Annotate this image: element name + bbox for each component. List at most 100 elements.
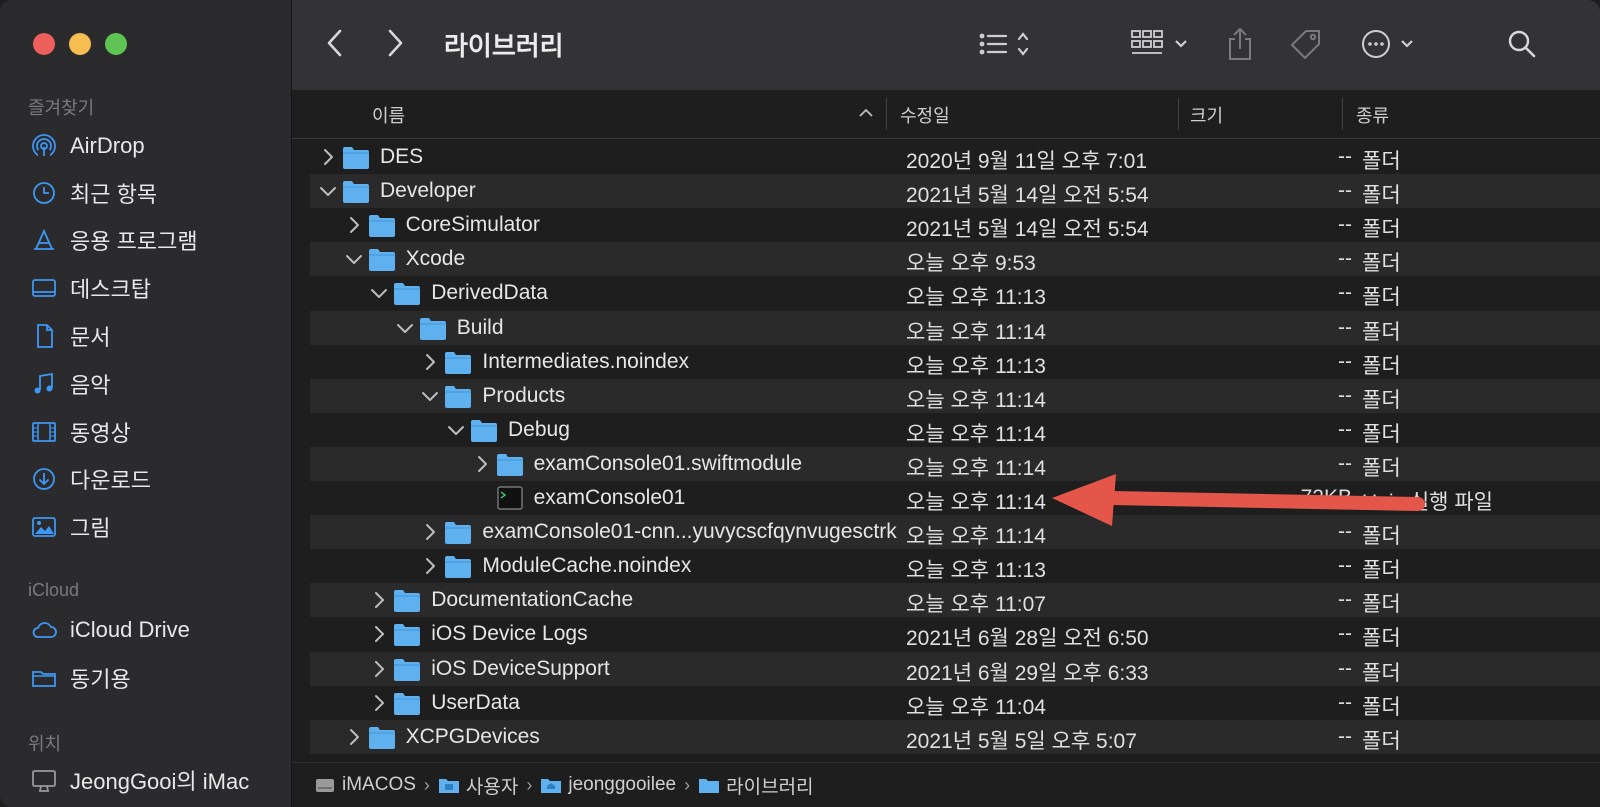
file-date: 오늘 오후 9:53 <box>906 252 1036 276</box>
file-size: -- <box>1338 656 1352 680</box>
path-item[interactable]: 라이브러리 <box>698 772 814 799</box>
file-row[interactable]: ModuleCache.noindex 오늘 오후 11:13 -- 폴더 <box>310 549 1600 583</box>
minimize-button[interactable] <box>69 33 91 55</box>
sidebar-item-label: iCloud Drive <box>70 617 190 642</box>
chevron-down-icon[interactable] <box>318 181 338 201</box>
sidebar-item-pictures[interactable]: 그림 <box>30 509 110 545</box>
file-row[interactable]: DerivedData 오늘 오후 11:13 -- 폴더 <box>310 276 1600 310</box>
path-item[interactable]: jeonggooilee <box>540 774 676 796</box>
sidebar-item-documents[interactable]: 문서 <box>30 318 110 354</box>
main-pane: 라이브러리 이름 수정일 크기 종류 DES 2020년 9월 11일 오후 7… <box>292 0 1600 807</box>
file-date: 오늘 오후 11:14 <box>906 320 1046 344</box>
file-row[interactable]: examConsole01-cnn...yuvycscfqynvugesctrk… <box>310 515 1600 550</box>
file-row[interactable]: DocumentationCache 오늘 오후 11:07 -- 폴더 <box>310 583 1600 618</box>
file-row[interactable]: Products 오늘 오후 11:14 -- 폴더 <box>310 378 1600 413</box>
cloud-icon <box>32 622 57 638</box>
sidebar-item-label: 음악 <box>70 373 111 398</box>
chevron-right-icon[interactable] <box>420 556 440 576</box>
column-size[interactable]: 크기 <box>1190 102 1223 128</box>
file-row[interactable]: XCPGDevices 2021년 5월 5일 오후 5:07 -- 폴더 <box>310 719 1600 754</box>
column-name[interactable]: 이름 <box>372 102 405 128</box>
path-separator: › <box>684 774 691 795</box>
sidebar-section-icloud: iCloud <box>28 580 80 600</box>
chevron-right-icon[interactable] <box>420 352 440 372</box>
chevron-down-icon[interactable] <box>446 420 466 440</box>
download-icon <box>33 468 55 490</box>
chevron-right-icon[interactable] <box>369 624 389 644</box>
share-icon <box>1229 27 1251 60</box>
sidebar-item-downloads[interactable]: 다운로드 <box>30 461 151 497</box>
chevron-down-icon[interactable] <box>395 318 415 338</box>
file-row[interactable]: iOS DeviceSupport 2021년 6월 29일 오후 6:33 -- 폴… <box>310 651 1600 686</box>
tag-icon <box>1290 30 1320 60</box>
close-button[interactable] <box>33 33 55 55</box>
home-folder-icon <box>541 779 562 793</box>
file-row[interactable]: Developer 2021년 5월 14일 오전 5:54 -- 폴더 <box>310 174 1600 209</box>
group-by-button[interactable] <box>1128 26 1194 62</box>
folder-icon <box>445 351 472 374</box>
chevron-down-icon[interactable] <box>420 386 440 406</box>
path-item[interactable]: iMACOS <box>314 774 416 796</box>
path-separator: › <box>423 774 430 795</box>
file-row[interactable]: CoreSimulator 2021년 5월 14일 오전 5:54 -- 폴더 <box>310 208 1600 242</box>
view-mode-button[interactable] <box>972 26 1042 62</box>
file-date: 오늘 오후 11:13 <box>906 354 1046 378</box>
sidebar-item-movies[interactable]: 동영상 <box>30 414 131 450</box>
chevron-right-icon[interactable] <box>369 693 389 713</box>
sidebar-item-applications[interactable]: 응용 프로그램 <box>30 222 198 258</box>
share-button[interactable] <box>1222 24 1258 64</box>
column-modified[interactable]: 수정일 <box>900 102 950 128</box>
chevron-right-icon[interactable] <box>344 215 364 235</box>
sidebar-item-sync[interactable]: 동기용 <box>30 660 131 696</box>
tag-button[interactable] <box>1286 26 1326 64</box>
chevron-right-icon <box>388 29 403 57</box>
file-kind: 폴더 <box>1362 286 1401 310</box>
path-separator: › <box>526 774 533 795</box>
column-kind[interactable]: 종류 <box>1356 102 1389 128</box>
disk-icon <box>316 779 334 792</box>
column-divider[interactable] <box>886 98 887 130</box>
document-icon <box>37 324 53 348</box>
chevron-right-icon[interactable] <box>472 454 492 474</box>
sidebar-item-icloud-drive[interactable]: iCloud Drive <box>30 612 190 648</box>
file-row[interactable]: DES 2020년 9월 11일 오후 7:01 -- 폴더 <box>310 140 1600 174</box>
chevron-right-icon[interactable] <box>344 727 364 747</box>
file-kind: 폴더 <box>1362 354 1401 378</box>
file-name: Xcode <box>405 247 466 271</box>
file-kind: 폴더 <box>1362 525 1401 549</box>
file-row[interactable]: examConsole01 오늘 오후 11:14 72KB Unix 실행 파일 <box>310 481 1600 515</box>
column-divider[interactable] <box>1342 98 1343 130</box>
file-row[interactable]: Xcode 오늘 오후 9:53 -- 폴더 <box>310 242 1600 277</box>
file-row[interactable]: Intermediates.noindex 오늘 오후 11:13 -- 폴더 <box>310 345 1600 379</box>
file-row[interactable]: iOS Device Logs 2021년 6월 28일 오전 6:50 -- 폴더 <box>310 617 1600 651</box>
sidebar-item-label: AirDrop <box>70 133 145 158</box>
file-date: 2021년 5월 5일 오후 5:07 <box>906 729 1137 753</box>
sidebar-item-recents[interactable]: 최근 항목 <box>30 175 157 211</box>
sidebar-item-desktop[interactable]: 데스크탑 <box>30 270 151 306</box>
search-button[interactable] <box>1504 26 1540 62</box>
file-row[interactable]: UserData 오늘 오후 11:04 -- 폴더 <box>310 686 1600 720</box>
file-date: 오늘 오후 11:14 <box>906 456 1046 480</box>
column-divider[interactable] <box>1178 98 1179 130</box>
path-item[interactable]: 사용자 <box>438 772 518 799</box>
folder-icon <box>496 453 523 476</box>
chevron-down-icon[interactable] <box>369 283 389 303</box>
chevron-down-icon[interactable] <box>344 249 364 269</box>
forward-button[interactable] <box>380 26 410 60</box>
file-name: UserData <box>431 690 520 714</box>
chevron-right-icon[interactable] <box>369 659 389 679</box>
sidebar-item-imac[interactable]: JeongGooi의 iMac <box>30 762 249 798</box>
file-row[interactable]: Build 오늘 오후 11:14 -- 폴더 <box>310 310 1600 345</box>
file-row[interactable]: examConsole01.swiftmodule 오늘 오후 11:14 -- 폴더 <box>310 446 1600 481</box>
chevron-right-icon[interactable] <box>369 590 389 610</box>
chevron-right-icon[interactable] <box>420 522 440 542</box>
sidebar-item-airdrop[interactable]: AirDrop <box>30 128 145 164</box>
file-name: examConsole01.swiftmodule <box>533 451 803 475</box>
sidebar-item-music[interactable]: 음악 <box>30 366 110 402</box>
more-actions-button[interactable] <box>1358 24 1422 64</box>
back-button[interactable] <box>320 26 350 60</box>
chevron-right-icon[interactable] <box>318 147 338 167</box>
zoom-button[interactable] <box>105 33 127 55</box>
path-bar: iMACOS › 사용자 › jeonggooilee › 라이브러리 <box>292 762 1600 807</box>
file-row[interactable]: Debug 오늘 오후 11:14 -- 폴더 <box>310 413 1600 447</box>
